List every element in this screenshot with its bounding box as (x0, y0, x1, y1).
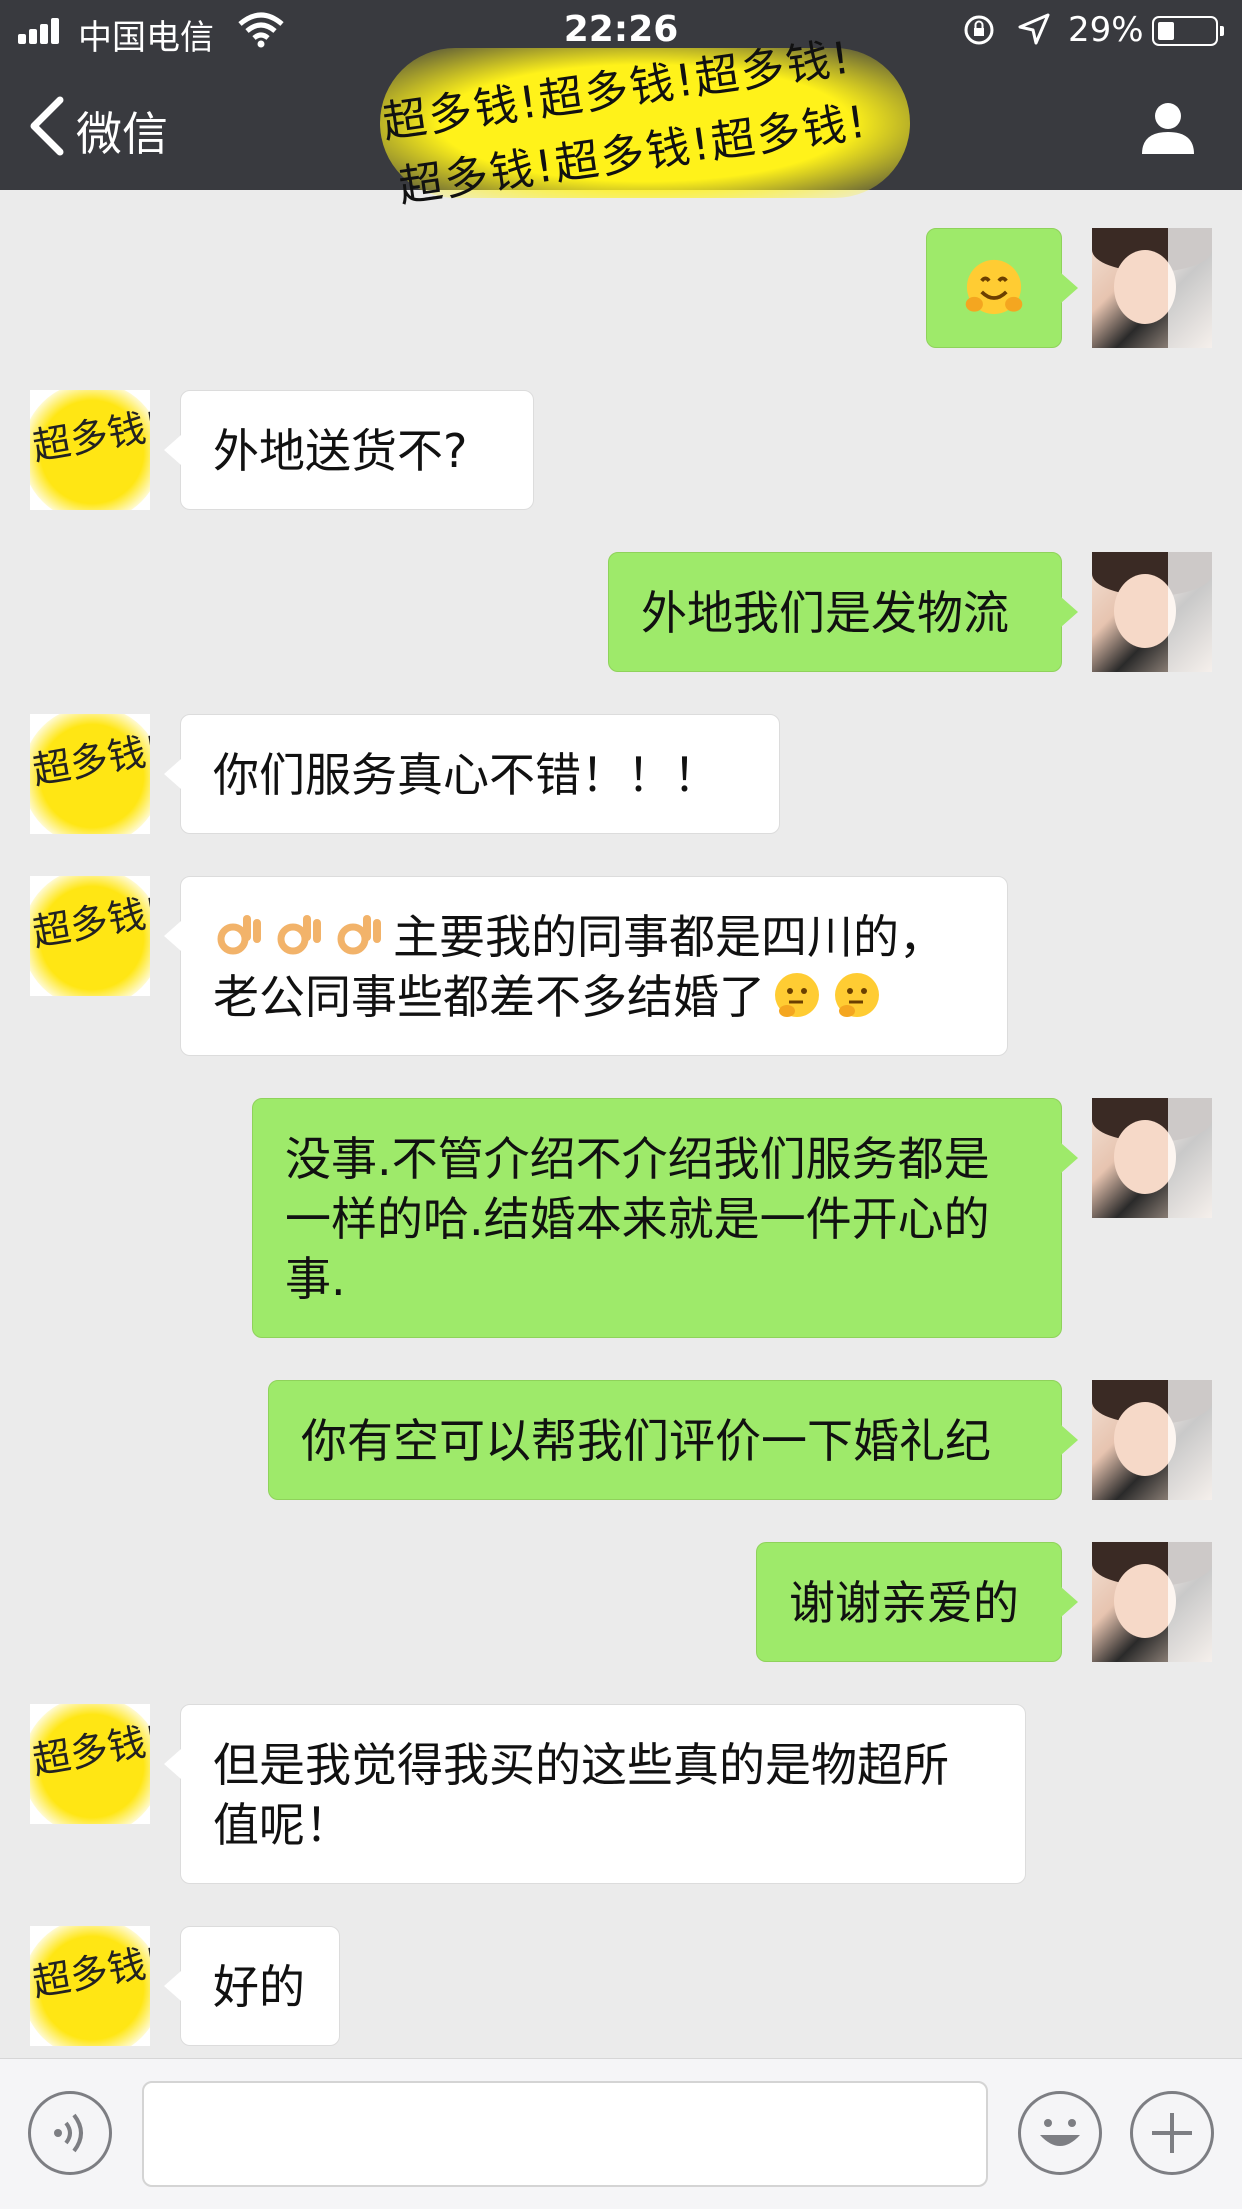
message-text: 主要我的同事都是四川的， (393, 910, 945, 964)
thinking-face-emoji (835, 973, 879, 1017)
message-line: 老公同事些都差不多结婚了 (213, 967, 975, 1027)
message-bubble-other[interactable]: 主要我的同事都是四川的， 老公同事些都差不多结婚了 (164, 876, 1008, 1056)
battery-icon (1152, 16, 1224, 46)
message-text: 你们服务真心不错！！！ (213, 748, 719, 802)
hugging-face-emoji (965, 259, 1023, 315)
my-avatar[interactable] (1092, 228, 1212, 348)
message-bubble-other[interactable]: 但是我觉得我买的这些真的是物超所值呢！ (164, 1704, 1026, 1884)
message-text: 外地送货不? (213, 424, 468, 478)
ok-hand-emoji (337, 915, 381, 955)
message-bubble-me[interactable]: 谢谢亲爱的 (756, 1542, 1078, 1662)
ok-hand-emoji (217, 915, 261, 955)
message-text: 你有空可以帮我们评价一下婚礼纪 (301, 1414, 991, 1468)
message-text: 外地我们是发物流 (641, 586, 1009, 640)
message-bubble-me[interactable]: 外地我们是发物流 (608, 552, 1078, 672)
message-input[interactable] (142, 2081, 988, 2187)
message-bubble-other[interactable]: 外地送货不? (164, 390, 534, 510)
input-bar (0, 2058, 1242, 2209)
emoji-icon (1040, 2119, 1080, 2146)
plus-icon (1152, 2113, 1192, 2153)
my-avatar[interactable] (1092, 1098, 1212, 1218)
contact-avatar[interactable]: 超多钱! (30, 1926, 150, 2046)
voice-icon (54, 2113, 83, 2153)
contact-avatar[interactable]: 超多钱! (30, 390, 150, 510)
voice-button[interactable] (28, 2091, 112, 2175)
message-bubble-other[interactable]: 好的 (164, 1926, 340, 2046)
top-bar: 中国电信 22:26 29% 微信 超多钱!超多钱!超多钱! 超多钱!超多钱!超… (0, 0, 1242, 213)
message-bubble-me[interactable]: 没事.不管介绍不介绍我们服务都是一样的哈.结婚本来就是一件开心的事. (252, 1098, 1078, 1338)
message-line: 主要我的同事都是四川的， (213, 907, 975, 967)
message-bubble-me[interactable] (926, 228, 1078, 348)
contact-avatar[interactable]: 超多钱! (30, 876, 150, 996)
message-text: 但是我觉得我买的这些真的是物超所值呢！ (213, 1738, 949, 1852)
message-text: 老公同事些都差不多结婚了 (213, 970, 765, 1024)
emoji-button[interactable] (1018, 2091, 1102, 2175)
back-button[interactable]: 微信 (76, 98, 168, 164)
message-bubble-other[interactable]: 你们服务真心不错！！！ (164, 714, 780, 834)
contact-avatar[interactable]: 超多钱! (30, 714, 150, 834)
back-chevron-icon[interactable] (26, 96, 70, 156)
my-avatar[interactable] (1092, 552, 1212, 672)
contact-avatar[interactable]: 超多钱! (30, 1704, 150, 1824)
my-avatar[interactable] (1092, 1380, 1212, 1500)
message-text: 谢谢亲爱的 (789, 1576, 1019, 1630)
thinking-face-emoji (775, 973, 819, 1017)
rotation-lock-icon (964, 15, 994, 45)
message-text: 没事.不管介绍不介绍我们服务都是一样的哈.结婚本来就是一件开心的事. (285, 1132, 990, 1306)
ok-hand-emoji (277, 915, 321, 955)
clock: 22:26 (563, 9, 679, 50)
my-avatar[interactable] (1092, 1542, 1212, 1662)
chat-area[interactable]: 超多钱! 外地送货不? 外地我们是发物流 超多钱! 你们服务真心不错！！！ 超多… (0, 190, 1242, 2058)
message-text: 好的 (213, 1960, 305, 2014)
message-bubble-me[interactable]: 你有空可以帮我们评价一下婚礼纪 (268, 1380, 1078, 1500)
plus-button[interactable] (1130, 2091, 1214, 2175)
chat-profile-icon[interactable] (1138, 98, 1198, 158)
battery-percent: 29% (1068, 10, 1144, 50)
location-icon (1018, 13, 1050, 45)
chat-title-watermark: 超多钱!超多钱!超多钱! 超多钱!超多钱!超多钱! (379, 32, 910, 213)
